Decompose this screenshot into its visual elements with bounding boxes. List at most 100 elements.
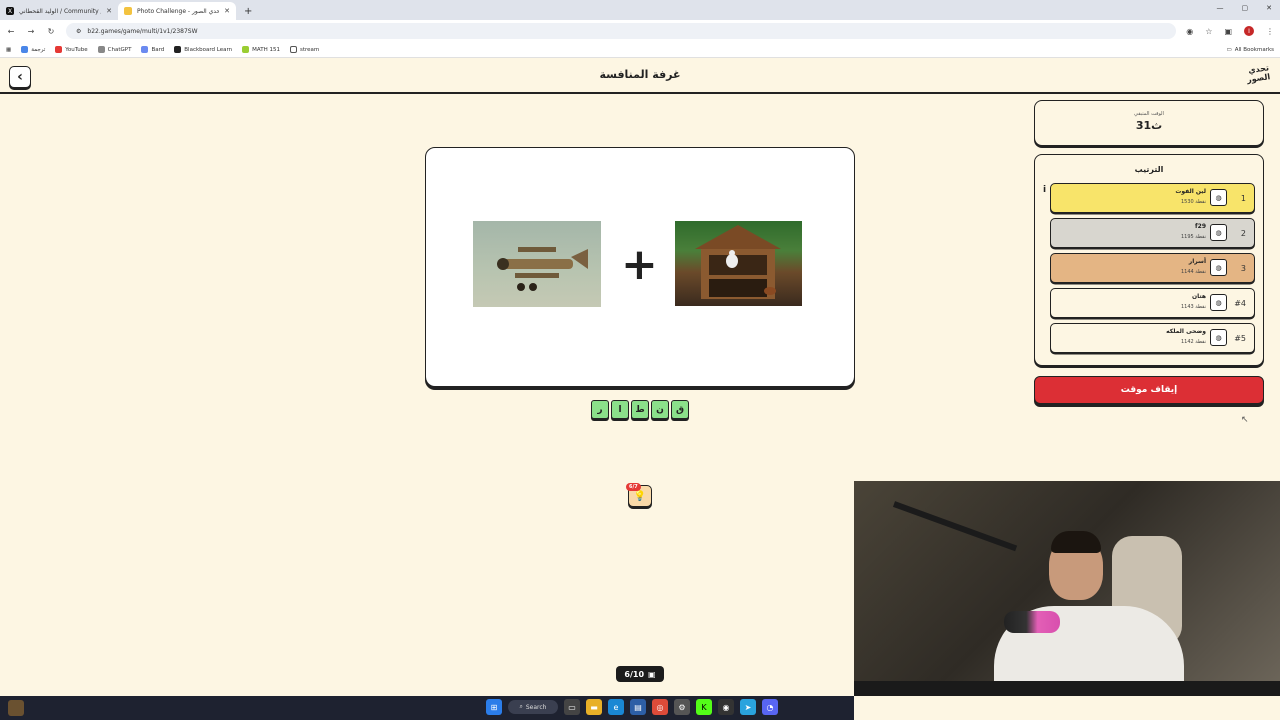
info-icon[interactable]: i: [1043, 185, 1046, 195]
window-controls: — ▢ ✕: [1217, 4, 1273, 12]
forward-nav-icon[interactable]: →: [26, 27, 36, 36]
webcam-mic-arm: [892, 501, 1018, 552]
discord-icon[interactable]: ◔: [762, 699, 778, 715]
profile-avatar[interactable]: I: [1244, 26, 1254, 36]
image-icon: ▣: [648, 669, 656, 679]
player-name: هتان: [1192, 293, 1206, 300]
all-bookmarks[interactable]: ▭ All Bookmarks: [1227, 47, 1275, 53]
webcam-microphone: [1004, 611, 1060, 633]
folder-icon: [290, 46, 297, 53]
new-tab-button[interactable]: +: [236, 2, 260, 20]
chrome-icon[interactable]: ◎: [652, 699, 668, 715]
url-text: b22.games/game/multi/1v1/2387SW: [87, 27, 198, 35]
close-tab-icon[interactable]: ✕: [224, 7, 230, 15]
rank-position: #4: [1234, 298, 1246, 308]
avatar: ◍: [1210, 329, 1227, 346]
browser-tab-x[interactable]: X الوليد القحطاني / Community / X ✕: [0, 2, 118, 20]
minimize-icon[interactable]: —: [1217, 4, 1224, 12]
task-view-icon[interactable]: ▭: [564, 699, 580, 715]
math-icon: [242, 46, 250, 53]
bookmark-chatgpt[interactable]: ChatGPT: [97, 46, 131, 53]
search-icon: ⌕: [519, 703, 523, 710]
site-info-icon[interactable]: ⚙: [76, 28, 81, 35]
player-score: 1143 نقطة: [1180, 304, 1206, 310]
letter-tile[interactable]: ر: [591, 400, 609, 419]
letter-tile[interactable]: ط: [631, 400, 649, 419]
back-nav-icon[interactable]: ←: [6, 27, 16, 36]
apps-grid-icon[interactable]: ▦: [6, 47, 11, 53]
timer-card: الوقت المتبقي 31ث: [1034, 100, 1264, 146]
biplane-icon: [497, 247, 588, 291]
ranking-title: الترتيب: [1134, 165, 1164, 174]
ranking-card: الترتيب i 1 ◍ لين الفوت 1530 نقطة 2 ◍ f2…: [1034, 154, 1264, 366]
eye-off-icon[interactable]: ◉: [1186, 27, 1193, 36]
player-score: 1195 نقطة: [1180, 234, 1206, 240]
browser-tab-bar: X الوليد القحطاني / Community / X ✕ Phot…: [0, 0, 1280, 20]
bookmark-translate[interactable]: ترجمة: [21, 46, 45, 53]
close-window-icon[interactable]: ✕: [1266, 4, 1272, 12]
player-name: أسرار: [1188, 258, 1206, 265]
answer-letters: ر ا ط ن ق: [591, 400, 689, 419]
maximize-icon[interactable]: ▢: [1242, 4, 1249, 12]
bookmark-star-icon[interactable]: ☆: [1205, 27, 1212, 36]
bookmark-blackboard[interactable]: Blackboard Learn: [174, 46, 232, 53]
browser-tab-photo-challenge[interactable]: Photo Challenge - تحدي الصور ✕: [118, 2, 236, 20]
photo-challenge-icon: [124, 7, 132, 15]
kick-icon[interactable]: K: [696, 699, 712, 715]
plus-icon: +: [621, 239, 658, 290]
bookmark-stream[interactable]: stream: [290, 46, 319, 53]
store-icon[interactable]: ▤: [630, 699, 646, 715]
weather-widget-icon[interactable]: [8, 700, 24, 716]
rank-position: 1: [1240, 193, 1246, 203]
bookmark-math151[interactable]: MATH 151: [242, 46, 280, 53]
telegram-icon[interactable]: ➤: [740, 699, 756, 715]
avatar: ◍: [1210, 224, 1227, 241]
player-score: 1144 نقطة: [1180, 269, 1206, 275]
letter-tile[interactable]: ق: [671, 400, 689, 419]
ranking-row-5: #5 ◍ وضحى الملكه 1142 نقطة: [1050, 323, 1255, 353]
x-logo-icon: X: [6, 7, 14, 15]
stop-timer-button[interactable]: إيقاف موقت: [1034, 376, 1264, 404]
round-progress: 6/10 ▣: [616, 666, 664, 682]
webcam-desk: [854, 681, 1280, 696]
app-logo: تحدي الصور: [1246, 63, 1271, 85]
biplane-photo: [473, 221, 601, 307]
avatar: ◍: [1210, 189, 1227, 206]
settings-icon[interactable]: ⚙: [674, 699, 690, 715]
bard-icon: [141, 46, 149, 53]
ranking-row-4: #4 ◍ هتان 1143 نقطة: [1050, 288, 1255, 318]
edge-icon[interactable]: e: [608, 699, 624, 715]
player-name: وضحى الملكه: [1166, 328, 1206, 335]
chicken-coop-photo: [675, 221, 802, 306]
hint-count-badge: 6/7: [626, 483, 641, 491]
coop-icon: [695, 225, 781, 299]
address-bar: ← → ↻ ⚙ b22.games/game/multi/1v1/2387SW …: [0, 20, 1280, 42]
letter-tile[interactable]: ا: [611, 400, 629, 419]
url-field[interactable]: ⚙ b22.games/game/multi/1v1/2387SW: [66, 23, 1177, 39]
rank-position: 3: [1240, 263, 1246, 273]
windows-start-icon[interactable]: ⊞: [486, 699, 502, 715]
tab-title: Photo Challenge - تحدي الصور: [137, 7, 220, 15]
bookmark-youtube[interactable]: YouTube: [55, 46, 88, 53]
folder-icon: ▭: [1226, 46, 1232, 53]
taskbar-search[interactable]: ⌕ Search: [508, 700, 558, 714]
file-explorer-icon[interactable]: ▬: [586, 699, 602, 715]
mouse-cursor-icon: ↖: [1241, 415, 1249, 425]
ranking-row-1: 1 ◍ لين الفوت 1530 نقطة: [1050, 183, 1255, 213]
youtube-icon: [55, 46, 63, 53]
avatar: ◍: [1210, 259, 1227, 276]
bookmark-bard[interactable]: Bard: [141, 46, 164, 53]
obs-icon[interactable]: ◉: [718, 699, 734, 715]
letter-tile[interactable]: ن: [651, 400, 669, 419]
avatar: ◍: [1210, 294, 1227, 311]
extensions-icon[interactable]: ▣: [1224, 27, 1232, 36]
progress-text: 6/10: [624, 669, 645, 679]
menu-kebab-icon[interactable]: ⋮: [1266, 27, 1274, 36]
ranking-row-3: 3 ◍ أسرار 1144 نقطة: [1050, 253, 1255, 283]
webcam-overlay: [854, 481, 1280, 696]
reload-icon[interactable]: ↻: [46, 27, 56, 36]
player-name: f29: [1195, 223, 1206, 230]
close-tab-icon[interactable]: ✕: [106, 7, 112, 15]
lightbulb-icon: 💡: [633, 490, 647, 502]
webcam-person-hair: [1051, 531, 1101, 553]
